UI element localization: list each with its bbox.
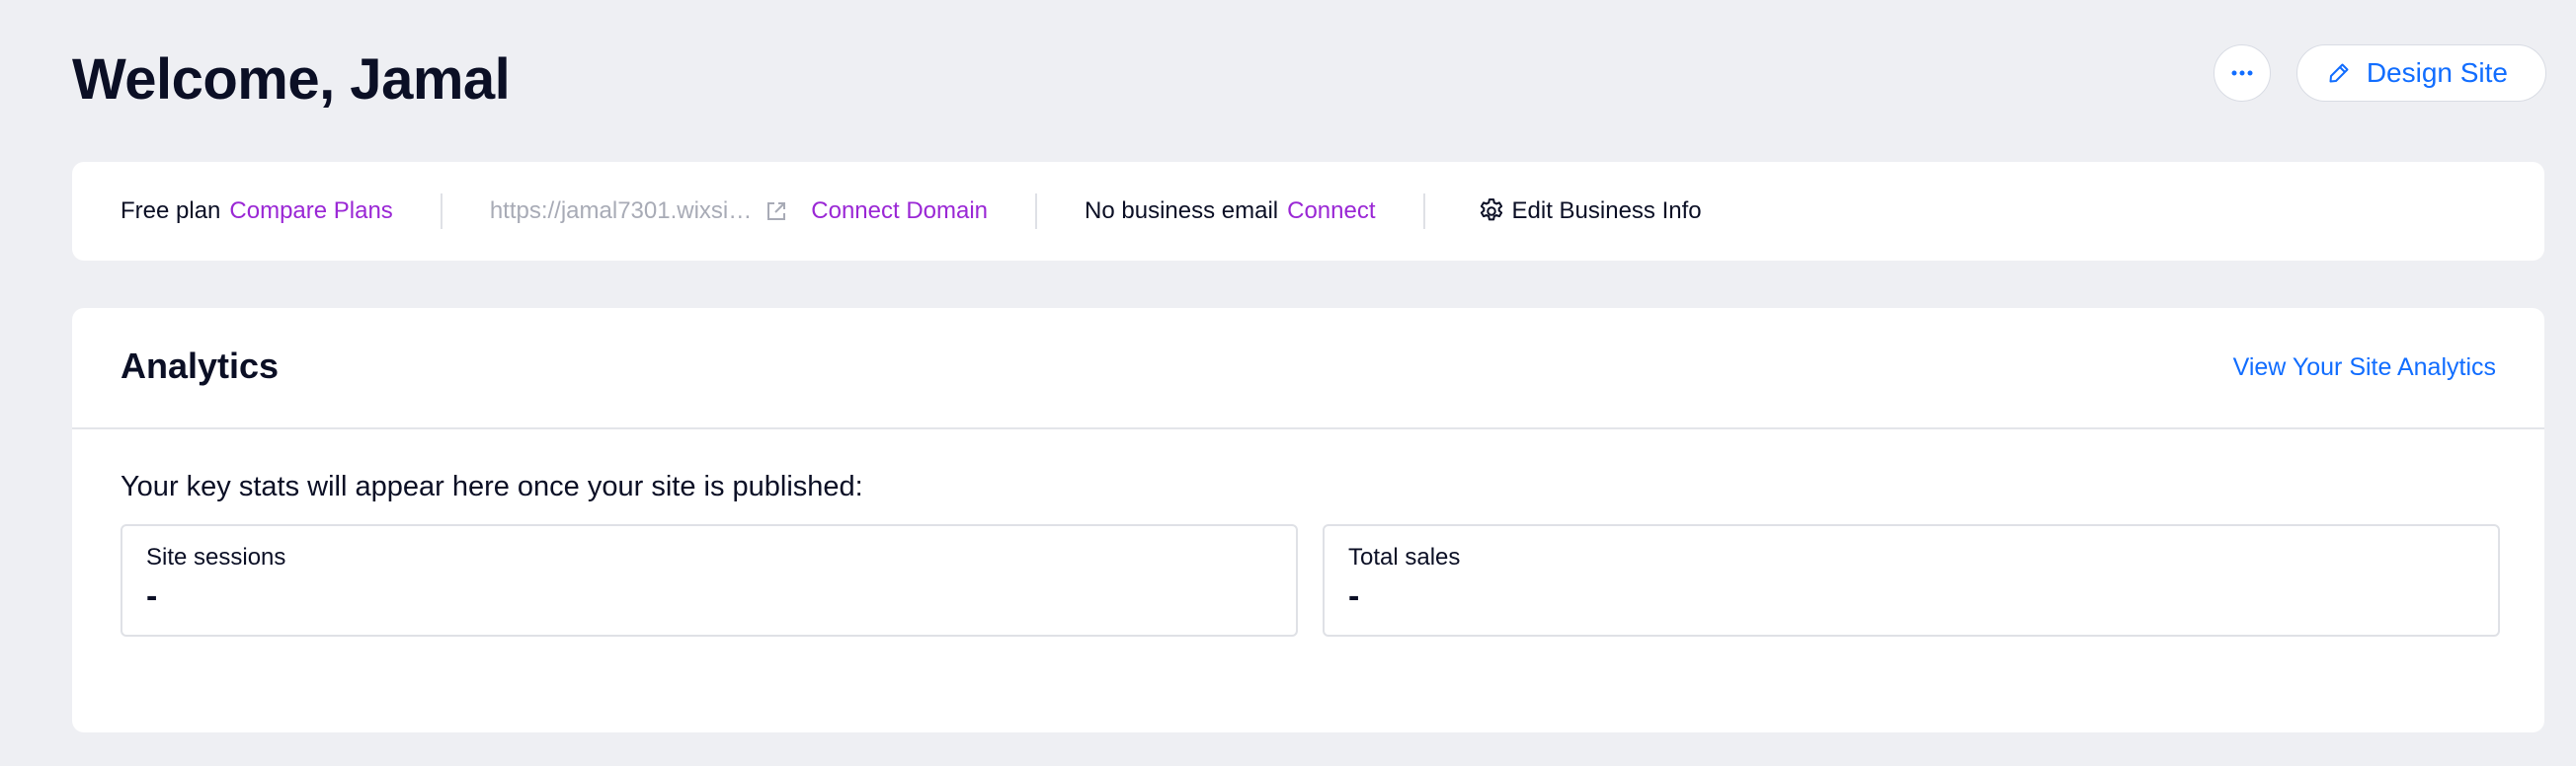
stat-label: Site sessions <box>146 544 286 571</box>
gear-icon <box>1480 198 1502 221</box>
analytics-card: Analytics View Your Site Analytics Your … <box>72 308 2544 732</box>
business-email-label: No business email <box>1085 197 1279 224</box>
view-site-analytics-link[interactable]: View Your Site Analytics <box>2233 353 2496 382</box>
external-link-icon[interactable] <box>765 200 787 222</box>
more-actions-button[interactable] <box>2213 44 2271 102</box>
plan-group: Free plan Compare Plans <box>121 197 393 225</box>
site-info-bar: Free plan Compare Plans https://jamal730… <box>72 162 2544 261</box>
plan-label: Free plan <box>121 197 221 224</box>
analytics-title: Analytics <box>121 345 280 386</box>
design-site-button[interactable]: Design Site <box>2295 44 2546 102</box>
pencil-icon <box>2329 63 2349 83</box>
stat-label: Total sales <box>1348 544 1461 571</box>
connect-domain-link[interactable]: Connect Domain <box>811 197 988 225</box>
connect-email-link[interactable]: Connect <box>1287 197 1375 225</box>
compare-plans-link[interactable]: Compare Plans <box>229 197 392 225</box>
stat-value: - <box>1348 577 1360 615</box>
analytics-message: Your key stats will appear here once you… <box>121 471 863 502</box>
page-title: Welcome, Jamal <box>72 47 511 112</box>
stat-site-sessions: Site sessions - <box>121 524 1298 637</box>
page-header: Welcome, Jamal Design Site <box>72 39 2546 118</box>
divider <box>440 193 443 229</box>
divider <box>1422 193 1425 229</box>
ellipsis-icon <box>2231 70 2253 76</box>
design-site-label: Design Site <box>2366 57 2508 88</box>
domain-group: https://jamal7301.wixsi… Connect Domain <box>490 197 988 225</box>
header-actions: Design Site <box>2213 44 2546 102</box>
site-url[interactable]: https://jamal7301.wixsi… <box>490 197 752 225</box>
edit-business-info-label: Edit Business Info <box>1511 197 1702 224</box>
email-group: No business email Connect <box>1085 197 1375 225</box>
divider <box>1035 193 1038 229</box>
stat-value: - <box>146 577 158 615</box>
analytics-header: Analytics View Your Site Analytics <box>72 308 2544 429</box>
stat-total-sales: Total sales - <box>1323 524 2500 637</box>
edit-business-info-button[interactable]: Edit Business Info <box>1477 196 1702 226</box>
